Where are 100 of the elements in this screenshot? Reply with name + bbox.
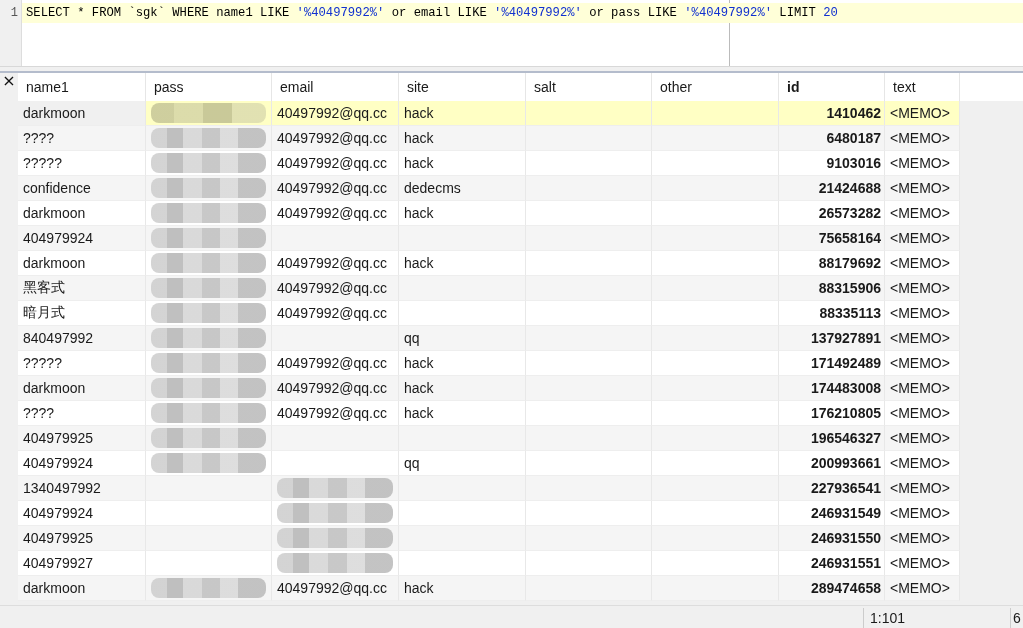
table-cell: hack (404, 405, 434, 421)
table-cell: confidence (23, 180, 91, 196)
table-row[interactable]: 暗月式 40497992@qq.cc 88335113 <MEMO> (0, 301, 960, 326)
table-cell: ????? (23, 155, 62, 171)
table-cell: <MEMO> (890, 530, 950, 546)
table-cell: 88335113 (819, 305, 881, 321)
table-cell: 40497992@qq.cc (277, 405, 387, 421)
table-cell: 40497992@qq.cc (277, 180, 387, 196)
table-row[interactable]: darkmoon 40497992@qq.cc hack 26573282 <MEMO> (0, 201, 960, 226)
close-button[interactable]: × (0, 73, 18, 101)
table-cell: 137927891 (810, 330, 881, 346)
cursor-position: 1:101 (863, 608, 1010, 628)
table-cell: darkmoon (23, 205, 86, 221)
table-row[interactable]: 404979925 196546327 <MEMO> (0, 426, 960, 451)
table-cell: 40497992@qq.cc (277, 355, 387, 371)
table-cell: darkmoon (23, 380, 86, 396)
table-cell: ???? (23, 405, 55, 421)
table-cell: darkmoon (23, 105, 86, 121)
table-cell: 246931551 (810, 555, 881, 571)
table-cell: <MEMO> (890, 255, 950, 271)
table-cell: hack (404, 580, 434, 596)
table-cell: 196546327 (810, 430, 881, 446)
table-cell: 840497992 (23, 330, 94, 346)
table-row[interactable]: 404979924 qq 200993661 <MEMO> (0, 451, 960, 476)
table-cell: 40497992@qq.cc (277, 280, 387, 296)
table-cell: 404979925 (23, 430, 94, 446)
table-row[interactable]: darkmoon 40497992@qq.cc hack 1410462 <MEMO> (0, 101, 960, 126)
table-cell: <MEMO> (890, 230, 950, 246)
table-cell: hack (404, 130, 434, 146)
table-cell: 171492489 (810, 355, 881, 371)
table-cell: 暗月式 (23, 304, 65, 322)
table-cell: 1410462 (826, 105, 881, 121)
table-cell: 289474658 (810, 580, 881, 596)
table-cell: ???? (23, 130, 55, 146)
table-cell: 40497992@qq.cc (277, 105, 387, 121)
table-row[interactable]: 840497992 qq 137927891 <MEMO> (0, 326, 960, 351)
table-cell: 176210805 (810, 405, 881, 421)
table-cell: <MEMO> (890, 130, 950, 146)
table-cell: <MEMO> (890, 180, 950, 196)
table-cell: dedecms (404, 180, 461, 196)
table-cell: <MEMO> (890, 155, 950, 171)
table-cell: darkmoon (23, 255, 86, 271)
table-cell: qq (404, 455, 420, 471)
table-row[interactable]: confidence 40497992@qq.cc dedecms 21424688 <MEMO> (0, 176, 960, 201)
table-cell: <MEMO> (890, 280, 950, 296)
table-row[interactable]: 1340497992 227936541 <MEMO> (0, 476, 960, 501)
table-row[interactable]: darkmoon 40497992@qq.cc hack 174483008 <MEMO> (0, 376, 960, 401)
table-cell: <MEMO> (890, 355, 950, 371)
table-cell: <MEMO> (890, 580, 950, 596)
table-row[interactable]: 404979927 246931551 <MEMO> (0, 551, 960, 576)
table-cell: 1340497992 (23, 480, 101, 496)
table-cell: 404979924 (23, 230, 94, 246)
table-row[interactable]: darkmoon 40497992@qq.cc hack 289474658 <MEMO> (0, 576, 960, 601)
table-cell: <MEMO> (890, 505, 950, 521)
table-cell: 227936541 (810, 480, 881, 496)
table-cell: 40497992@qq.cc (277, 380, 387, 396)
table-cell: 40497992@qq.cc (277, 155, 387, 171)
table-row[interactable]: ???? 40497992@qq.cc hack 6480187 <MEMO> (0, 126, 960, 151)
table-cell: 404979924 (23, 455, 94, 471)
line-number: 1 (10, 6, 19, 20)
status-text: 6 (1010, 608, 1023, 628)
table-cell: 246931550 (810, 530, 881, 546)
table-cell: hack (404, 105, 434, 121)
table-cell: 26573282 (818, 205, 881, 221)
table-cell: 404979924 (23, 505, 94, 521)
table-cell: 88179692 (818, 255, 881, 271)
table-cell: 40497992@qq.cc (277, 130, 387, 146)
table-cell: <MEMO> (890, 405, 950, 421)
table-cell: 75658164 (818, 230, 881, 246)
table-cell: <MEMO> (890, 330, 950, 346)
table-cell: hack (404, 155, 434, 171)
table-cell: <MEMO> (890, 205, 950, 221)
table-cell: <MEMO> (890, 380, 950, 396)
table-cell: hack (404, 255, 434, 271)
table-cell: 40497992@qq.cc (277, 255, 387, 271)
table-cell: 404979927 (23, 555, 94, 571)
table-cell: hack (404, 205, 434, 221)
table-row[interactable]: 404979924 75658164 <MEMO> (0, 226, 960, 251)
table-row[interactable]: 404979925 246931550 <MEMO> (0, 526, 960, 551)
table-row[interactable]: darkmoon 40497992@qq.cc hack 88179692 <MEMO> (0, 251, 960, 276)
table-cell: 200993661 (810, 455, 881, 471)
table-cell: 黑客式 (23, 279, 65, 297)
table-cell: 40497992@qq.cc (277, 305, 387, 321)
table-cell: 246931549 (810, 505, 881, 521)
table-row[interactable]: ????? 40497992@qq.cc hack 9103016 <MEMO> (0, 151, 960, 176)
table-cell: <MEMO> (890, 305, 950, 321)
table-cell: qq (404, 330, 420, 346)
table-cell: 6480187 (826, 130, 881, 146)
table-row[interactable]: 黑客式 40497992@qq.cc 88315906 <MEMO> (0, 276, 960, 301)
table-row[interactable]: 404979924 246931549 <MEMO> (0, 501, 960, 526)
table-cell: hack (404, 355, 434, 371)
table-cell: 174483008 (810, 380, 881, 396)
table-cell: darkmoon (23, 580, 86, 596)
table-cell: <MEMO> (890, 430, 950, 446)
table-cell: 40497992@qq.cc (277, 205, 387, 221)
table-row[interactable]: ????? 40497992@qq.cc hack 171492489 <MEMO> (0, 351, 960, 376)
table-cell: 21424688 (818, 180, 881, 196)
table-cell: 9103016 (826, 155, 881, 171)
table-row[interactable]: ???? 40497992@qq.cc hack 176210805 <MEMO> (0, 401, 960, 426)
table-cell: <MEMO> (890, 480, 950, 496)
